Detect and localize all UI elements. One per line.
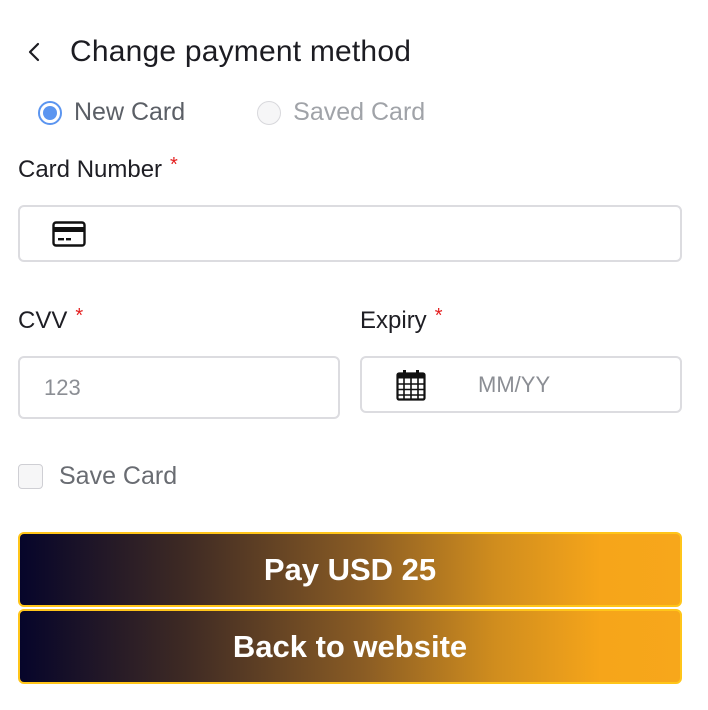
card-number-field[interactable] — [18, 205, 682, 262]
cvv-input[interactable] — [20, 358, 338, 417]
pay-button[interactable]: Pay USD 25 — [18, 532, 682, 607]
header: Change payment method — [18, 30, 411, 74]
cvv-field[interactable] — [18, 356, 340, 419]
radio-saved-card[interactable]: Saved Card — [257, 98, 425, 127]
save-card-checkbox[interactable] — [18, 464, 43, 489]
payment-type-selector: New Card Saved Card — [38, 98, 425, 127]
chevron-left-icon[interactable] — [18, 30, 50, 74]
radio-new-card-indicator[interactable] — [38, 100, 62, 125]
credit-card-icon — [52, 220, 86, 247]
required-marker: * — [75, 305, 84, 327]
page-title: Change payment method — [70, 35, 412, 68]
expiry-label-text: Expiry — [360, 307, 427, 334]
radio-saved-card-label: Saved Card — [293, 98, 426, 126]
save-card-option[interactable]: Save Card — [18, 462, 177, 491]
cvv-label: CVV * — [18, 305, 84, 335]
required-marker: * — [170, 154, 178, 176]
radio-saved-card-indicator[interactable] — [257, 100, 282, 125]
expiry-field[interactable] — [360, 356, 708, 413]
calendar-icon — [396, 369, 426, 401]
save-card-label: Save Card — [59, 462, 178, 490]
cvv-label-text: CVV — [18, 307, 68, 334]
card-number-label: Card Number * — [18, 154, 178, 184]
expiry-label: Expiry * — [360, 305, 443, 335]
radio-new-card-label: New Card — [74, 98, 186, 126]
back-to-website-button[interactable]: Back to website — [18, 609, 682, 684]
required-marker: * — [434, 305, 443, 327]
radio-new-card[interactable]: New Card — [38, 98, 185, 127]
expiry-input[interactable] — [426, 358, 708, 411]
card-number-label-text: Card Number — [18, 156, 163, 183]
card-number-input[interactable] — [86, 207, 680, 260]
